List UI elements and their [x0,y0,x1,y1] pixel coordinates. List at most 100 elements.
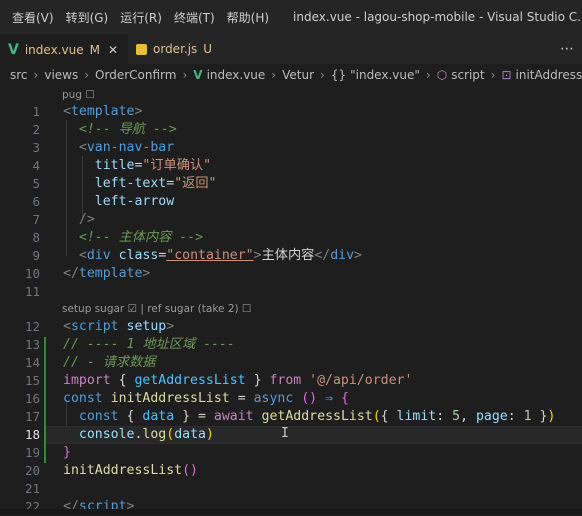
code-token: initAddressList [110,391,230,406]
code-token: { [118,409,143,424]
menu-view[interactable]: 查看(V) [6,9,60,26]
line-code: initAddressList() [63,462,198,480]
line-code: const initAddressList = async () ⇒ { [63,390,349,408]
chevron-right-icon: › [33,68,39,82]
line-number: 3 [32,140,40,155]
code-token: { [380,409,397,424]
code-token: page [475,409,508,424]
close-icon[interactable]: ✕ [108,43,118,57]
code-token: () [182,463,198,478]
breadcrumb-item[interactable]: script [451,68,484,82]
tab-untracked-badge: U [203,42,213,56]
breadcrumb-item[interactable]: index.vue [207,68,266,82]
code-token: setup [126,319,167,334]
code-token: ) [547,409,556,424]
tab-order-js[interactable]: order.js U [128,34,222,64]
code-token: left-arrow [94,194,175,209]
code-token: await [213,409,254,424]
breadcrumb-item[interactable]: "index.vue" [350,68,420,82]
line-number: 21 [24,481,40,496]
line-code: <!-- 导航 --> [63,121,177,139]
code-token: getAddressList [261,409,373,424]
breadcrumb-item[interactable]: src [10,68,28,82]
code-token: </ [63,266,79,281]
more-actions-icon[interactable]: ⋯ [560,34,582,64]
code-line: 11 [0,283,582,301]
code-token: { [110,373,135,388]
code-token: <!-- 主体内容 --> [63,230,204,245]
js-file-icon [136,43,147,55]
menu-help[interactable]: 帮助(H) [221,9,275,26]
code-token: < [78,140,87,155]
line-number: 6 [32,194,40,209]
codelens-setup-sugar[interactable]: setup sugar ☑ | ref sugar (take 2) ☐ [62,301,251,317]
code-token: 5 [452,409,461,424]
line-number: 13 [24,337,40,352]
line-code: <!-- 主体内容 --> [63,229,203,247]
line-code: title="订单确认" [63,157,211,175]
code-token: ) [205,427,214,442]
line-number: 9 [32,248,40,263]
window-title: index.vue - lagou-shop-mobile - Visual S… [293,10,582,24]
line-number: 14 [24,355,40,370]
tab-modified-badge: M [89,43,100,57]
breadcrumb-item[interactable]: views [44,68,78,82]
code-line: 10 </template> [0,265,582,283]
code-token: initAddressList [63,463,183,478]
chevron-right-icon: › [425,68,431,82]
line-number: 15 [24,373,40,388]
code-token: async [253,391,294,406]
code-token: template [70,104,135,119]
chevron-right-icon: › [271,68,277,82]
code-token: from [269,373,302,388]
line-code: <van-nav-bar [63,139,174,157]
line-code: const { data } = await getAddressList({ … [63,408,556,426]
line-number: 4 [32,158,40,173]
line-code: /> [63,211,95,229]
breadcrumb-item[interactable]: Vetur [282,68,314,82]
code-editor[interactable]: pug ☐ setup sugar ☑ | ref sugar (take 2)… [0,86,582,515]
code-token: } [63,445,71,460]
codelens-pug[interactable]: pug ☐ [62,87,95,103]
code-token: > [142,266,151,281]
menu-terminal[interactable]: 终端(T) [168,9,221,26]
code-token: ⇒ [325,391,334,406]
menu-run[interactable]: 运行(R) [114,9,168,26]
module-icon: ⬡ [436,68,448,82]
code-token: ( [166,427,175,442]
line-code: <template> [63,103,142,121]
code-token: , [460,409,476,424]
line-number: 17 [24,409,40,424]
title-bar: 查看(V) 转到(G) 运行(R) 终端(T) 帮助(H) index.vue … [0,0,582,34]
code-line: 13 // ---- 1 地址区域 ---- [0,336,582,354]
code-token: = [229,391,254,406]
code-token: = [166,176,175,191]
code-line: 8 <!-- 主体内容 --> [0,229,582,247]
code-token: 主体内容 [261,248,315,263]
line-code: } [63,444,71,462]
breadcrumb-item[interactable]: initAddressList [516,68,582,82]
line-code: // ---- 1 地址区域 ---- [63,336,235,354]
vue-file-icon: V [8,42,19,58]
code-token: <!-- 导航 --> [63,122,177,137]
line-number: 11 [24,284,40,299]
code-line: 5 left-text="返回" [0,175,582,193]
code-line: 4 title="订单确认" [0,157,582,175]
tab-index-vue[interactable]: V index.vue M ✕ [0,34,128,65]
code-token: < [78,248,87,263]
menu-goto[interactable]: 转到(G) [60,9,115,26]
breadcrumb-item[interactable]: OrderConfirm [95,68,176,82]
menu-bar: 查看(V) 转到(G) 运行(R) 终端(T) 帮助(H) [0,0,275,34]
code-line: 19} [0,444,582,462]
code-token: left-text [94,176,167,191]
tab-label: index.vue [24,43,84,57]
text-cursor-icon: I [281,426,289,441]
code-token: const [78,409,119,424]
code-token: < [63,319,71,334]
code-token: script [70,319,119,334]
object-icon: {} [330,68,347,82]
